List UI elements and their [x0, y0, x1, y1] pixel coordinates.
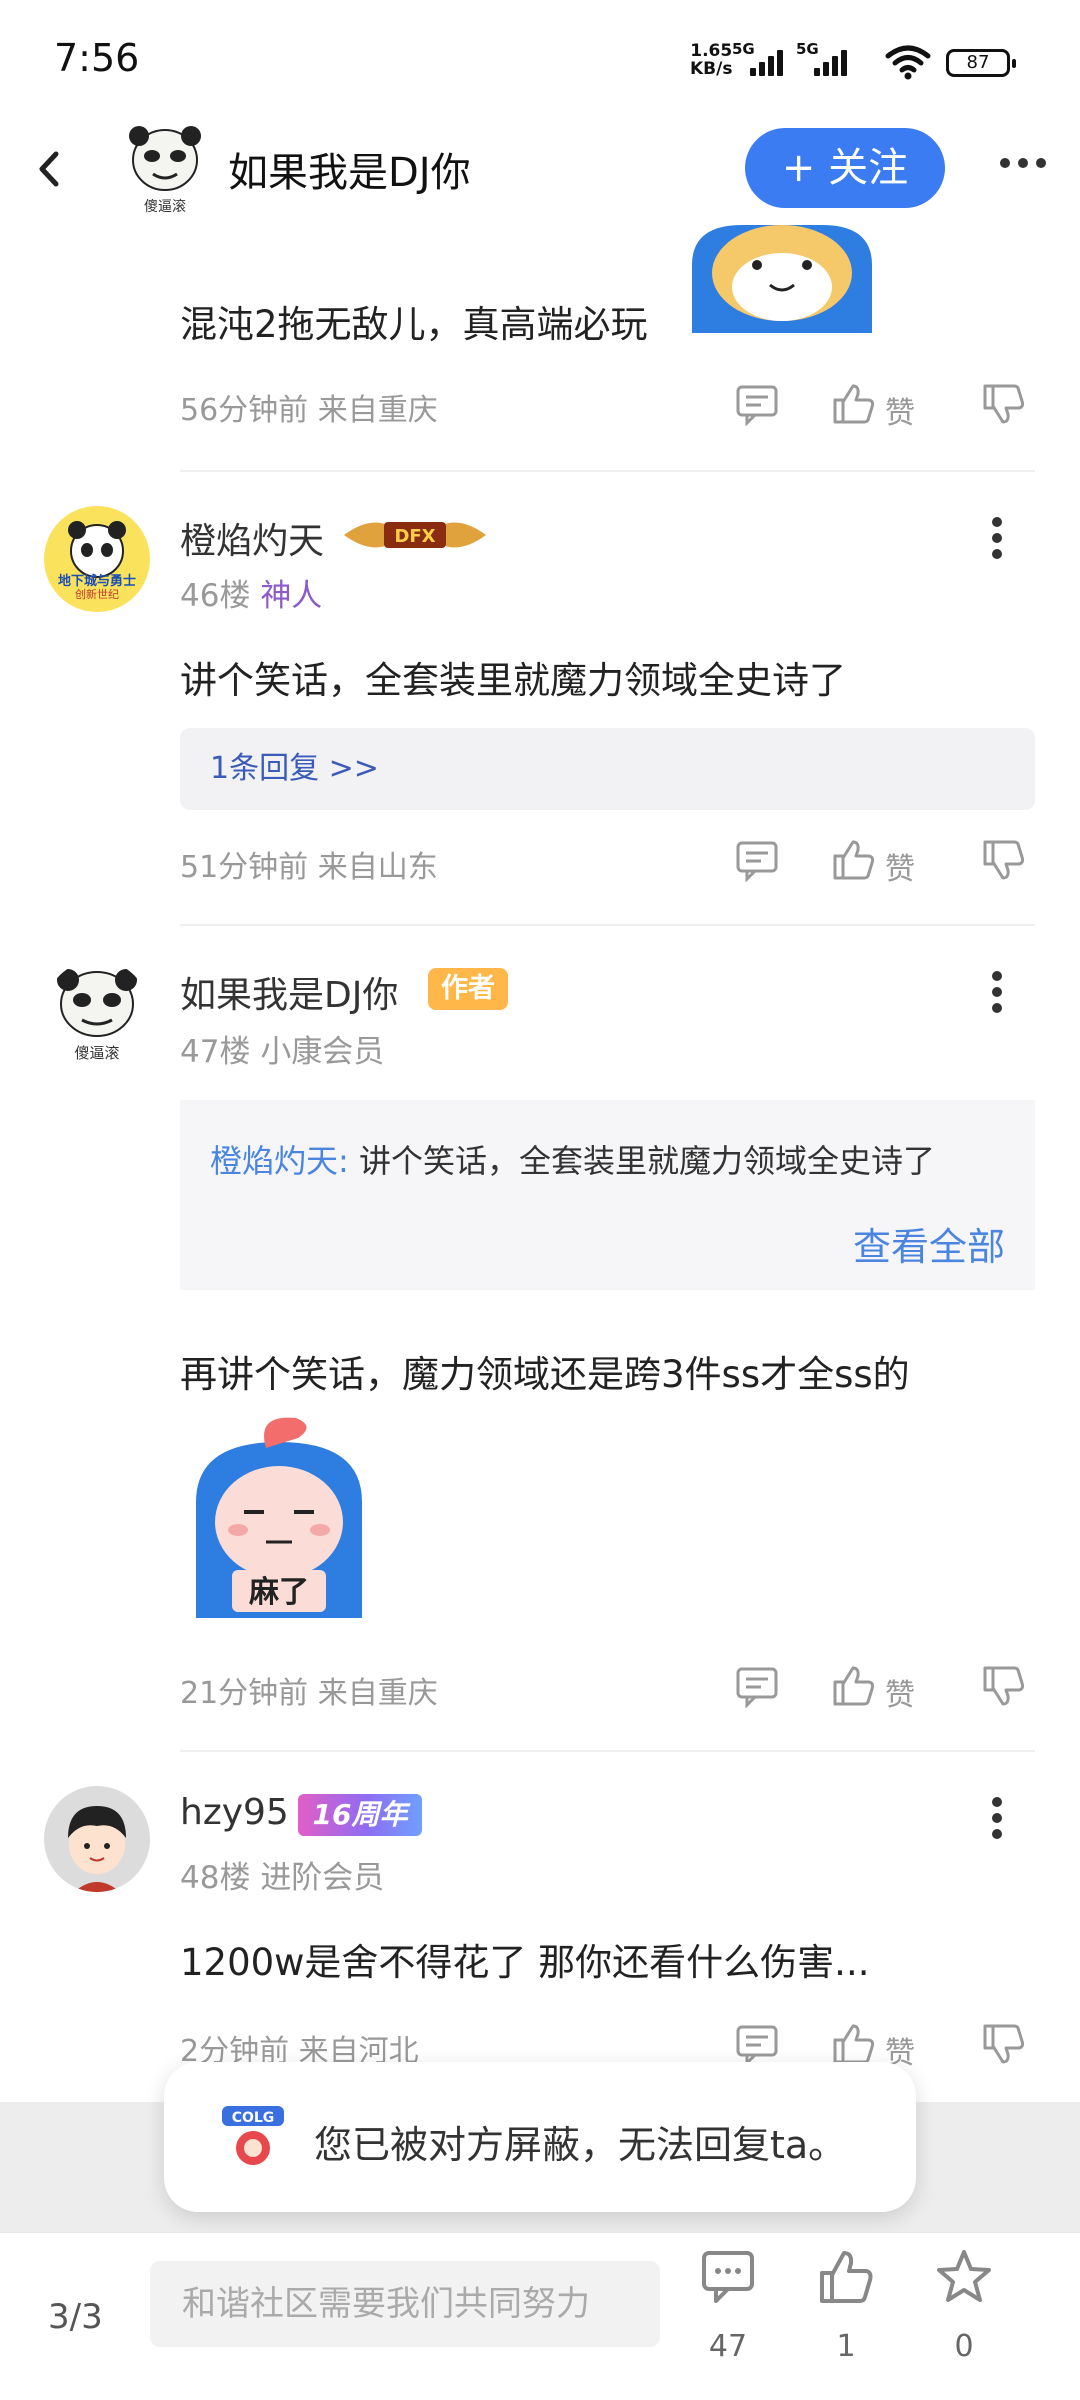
- page-title: 如果我是DJ你: [228, 150, 471, 196]
- thumbs-up-icon[interactable]: [831, 838, 877, 882]
- blocked-toast: COLG 您已被对方屏蔽，无法回复ta。: [164, 2062, 916, 2212]
- comment-text: 讲个笑话，全套装里就魔力领域全史诗了: [180, 659, 846, 702]
- colg-logo: COLG: [218, 2102, 288, 2172]
- follow-button[interactable]: + 关注: [745, 128, 945, 208]
- author-avatar[interactable]: 傻逼滚: [125, 124, 205, 215]
- username[interactable]: 如果我是DJ你: [180, 966, 398, 1018]
- svg-text:麻了: 麻了: [249, 1575, 309, 1610]
- user-avatar[interactable]: [44, 1786, 150, 1892]
- sticker-image: 麻了: [196, 1417, 362, 1618]
- comment-menu-icon[interactable]: [990, 1796, 1004, 1840]
- boy-cartoon-icon: [68, 1806, 126, 1892]
- dog-sticker-image: [692, 225, 872, 333]
- post-text: 混沌2拖无敌儿，真高端必玩: [180, 303, 648, 346]
- floor-info: 48楼 进阶会员: [180, 1860, 385, 1896]
- thumbs-down-icon[interactable]: [981, 838, 1027, 882]
- anniversary-badge: 16周年: [298, 1794, 422, 1836]
- panda-face-icon: [129, 126, 201, 191]
- top-nav-bar: 傻逼滚 如果我是DJ你 + 关注: [0, 120, 1080, 220]
- thumbs-down-icon[interactable]: [981, 382, 1027, 426]
- svg-text:COLG: COLG: [232, 2110, 275, 2126]
- divider: [180, 924, 1035, 926]
- thumbs-up-icon[interactable]: [831, 2022, 877, 2066]
- back-arrow-icon[interactable]: [30, 144, 70, 194]
- signal-bars-2-icon: [814, 46, 850, 76]
- comment-input[interactable]: 和谐社区需要我们共同努力: [150, 2261, 660, 2347]
- quoted-comment[interactable]: 橙焰灼天: 讲个笑话，全套装里就魔力领域全史诗了 查看全部: [180, 1100, 1035, 1290]
- favorite-count: 0: [954, 2329, 974, 2364]
- comment-menu-icon[interactable]: [990, 970, 1004, 1014]
- comment-actions: 赞: [735, 838, 1035, 888]
- comment-meta: 51分钟前 来自山东: [180, 850, 438, 885]
- quote-user[interactable]: 橙焰灼天:: [210, 1142, 349, 1180]
- thumbs-down-icon[interactable]: [981, 1664, 1027, 1708]
- avatar-caption: 傻逼滚: [144, 199, 186, 215]
- comment-icon[interactable]: [735, 2022, 779, 2066]
- wifi-icon: [885, 45, 931, 80]
- floor-info: 46楼 神人: [180, 578, 323, 614]
- author-badge: 作者: [428, 968, 508, 1010]
- like-count: 1: [836, 2329, 856, 2364]
- avatar-caption: 傻逼滚: [74, 1044, 120, 1062]
- avatar-subtext: 创新世纪: [75, 588, 119, 601]
- star-icon: [937, 2250, 991, 2302]
- comment-menu-icon[interactable]: [990, 516, 1004, 560]
- svg-text:DFX: DFX: [394, 526, 435, 547]
- divider: [180, 1750, 1035, 1752]
- comment-bubble-icon: [702, 2251, 754, 2303]
- battery-indicator: 87: [946, 49, 1016, 77]
- username[interactable]: 橙焰灼天: [180, 512, 324, 564]
- user-avatar[interactable]: 地下城与勇士 创新世纪: [44, 506, 150, 612]
- comment-icon[interactable]: [735, 1664, 779, 1708]
- like-label[interactable]: 赞: [885, 844, 915, 888]
- user-avatar[interactable]: 傻逼滚: [44, 960, 150, 1066]
- colg-app-icon: COLG: [218, 2102, 288, 2172]
- user-rank: 进阶会员: [260, 1860, 385, 1896]
- comment-meta: 21分钟前 来自重庆: [180, 1676, 438, 1711]
- post-actions: 赞: [735, 382, 1035, 432]
- network-speed: 1.65 KB/s: [690, 41, 733, 79]
- user-rank: 神人: [260, 578, 323, 614]
- username[interactable]: hzy95: [180, 1792, 289, 1833]
- thumbs-up-icon[interactable]: [831, 1664, 877, 1708]
- like-button[interactable]: 1: [806, 2247, 886, 2364]
- like-label[interactable]: 赞: [885, 388, 915, 432]
- quote-text: 橙焰灼天: 讲个笑话，全套装里就魔力领域全史诗了: [210, 1142, 935, 1180]
- replies-link[interactable]: 1条回复 >>: [180, 728, 1035, 810]
- dfx-badge: DFX: [340, 510, 490, 564]
- comment-count: 47: [708, 2329, 748, 2364]
- user-rank: 小康会员: [260, 1034, 385, 1070]
- like-label[interactable]: 赞: [885, 1670, 915, 1714]
- post-meta: 56分钟前 来自重庆: [180, 393, 438, 428]
- toast-message: 您已被对方屏蔽，无法回复ta。: [314, 2123, 847, 2167]
- status-bar: 7:56 1.65 KB/s 5G 5G 87: [0, 0, 1080, 120]
- more-options-icon[interactable]: [998, 156, 1048, 170]
- comment-actions: 赞: [735, 1664, 1035, 1714]
- page-indicator[interactable]: 3/3: [48, 2297, 103, 2337]
- status-time: 7:56: [54, 36, 140, 80]
- divider: [180, 470, 1035, 472]
- comment-icon[interactable]: [735, 382, 779, 426]
- floor-info: 47楼 小康会员: [180, 1034, 385, 1070]
- thumbs-up-icon: [820, 2251, 873, 2303]
- view-all-link[interactable]: 查看全部: [853, 1216, 1005, 1271]
- dfx-wings-icon: DFX: [344, 522, 486, 548]
- comment-text: 再讲个笑话，魔力领域还是跨3件ss才全ss的: [180, 1353, 910, 1396]
- thumbs-up-icon[interactable]: [831, 382, 877, 426]
- bottom-action-bar: 3/3 和谐社区需要我们共同努力 47 1 0: [0, 2232, 1080, 2400]
- comment-icon[interactable]: [735, 838, 779, 882]
- signal-bars-1-icon: [750, 46, 786, 76]
- thumbs-down-icon[interactable]: [981, 2022, 1027, 2066]
- comments-button[interactable]: 47: [688, 2247, 768, 2364]
- comment-text: 1200w是舍不得花了 那你还看什么伤害...: [180, 1941, 870, 1984]
- favorite-button[interactable]: 0: [924, 2247, 1004, 2364]
